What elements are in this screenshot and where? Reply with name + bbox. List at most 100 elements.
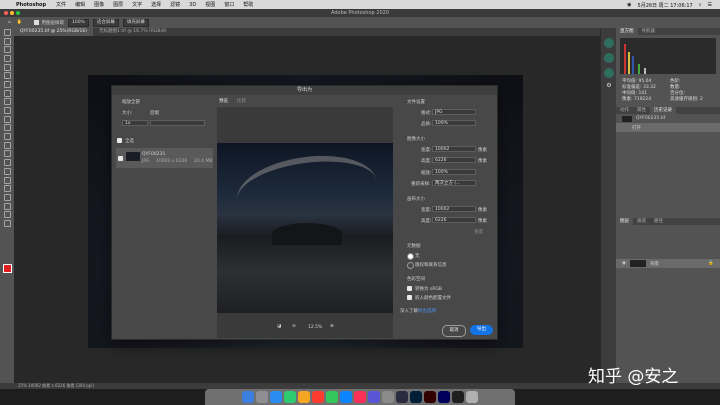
trash-icon[interactable] xyxy=(466,391,478,403)
export-button[interactable]: 导出 xyxy=(470,325,493,335)
hand-tool-icon[interactable]: ✋ xyxy=(17,20,23,25)
move-tool-icon[interactable] xyxy=(0,28,14,37)
tab-properties[interactable]: 属性 xyxy=(633,107,650,114)
zoom-100-button[interactable]: 100% xyxy=(67,18,89,27)
menu-layer[interactable]: 图层 xyxy=(113,1,123,8)
menu-image[interactable]: 图像 xyxy=(94,1,104,8)
marquee-tool-icon[interactable] xyxy=(0,45,14,54)
eye-icon[interactable]: ◉ xyxy=(622,261,626,266)
zoom-out-icon[interactable]: ⊖ xyxy=(292,324,296,329)
foreground-color-swatch[interactable] xyxy=(3,264,12,273)
quick-select-tool-icon[interactable] xyxy=(0,63,14,72)
launchpad-icon[interactable] xyxy=(256,391,268,403)
search-icon[interactable]: ⌕ xyxy=(699,2,702,9)
styles-icon[interactable] xyxy=(604,53,614,63)
menu-app-name[interactable]: Photoshop xyxy=(16,2,46,8)
tab-channels[interactable]: 通道 xyxy=(633,218,650,225)
tab-actions[interactable]: 动作 xyxy=(616,107,633,114)
healing-brush-icon[interactable] xyxy=(0,98,14,107)
dodge-tool-icon[interactable] xyxy=(0,158,14,167)
history-open-step[interactable]: 打开 xyxy=(616,123,720,132)
size-select[interactable]: 1x xyxy=(122,120,148,126)
cancel-button[interactable]: 取消 xyxy=(442,325,466,337)
wifi-icon[interactable]: ◉ xyxy=(627,2,631,9)
fit-view-icon[interactable]: ◪ xyxy=(277,324,281,329)
lasso-tool-icon[interactable] xyxy=(0,54,14,63)
tab-preview[interactable]: 预览 xyxy=(219,98,228,104)
fill-screen-button[interactable]: 填充屏幕 xyxy=(122,18,149,27)
photos-icon[interactable] xyxy=(298,391,310,403)
safari-icon[interactable] xyxy=(270,391,282,403)
zoom-tool-icon[interactable] xyxy=(0,210,14,219)
embed-profile-checkbox[interactable] xyxy=(407,295,412,300)
illustrator-icon[interactable] xyxy=(424,391,436,403)
swatches-icon[interactable] xyxy=(604,68,614,78)
settings-icon[interactable] xyxy=(382,391,394,403)
artboard-tool-icon[interactable] xyxy=(0,37,14,46)
clock[interactable]: 5月26日 周二 17:06:17 xyxy=(638,2,693,9)
height-input[interactable]: 6226 xyxy=(432,157,476,163)
asset-checkbox[interactable] xyxy=(118,156,123,161)
stamp-tool-icon[interactable] xyxy=(0,115,14,124)
zoom-window-button[interactable] xyxy=(16,11,20,15)
metadata-none-radio[interactable] xyxy=(407,253,414,260)
layer-row-background[interactable]: ◉ 背景 🔒 xyxy=(616,259,720,268)
menu-edit[interactable]: 编辑 xyxy=(75,1,85,8)
menu-view[interactable]: 视图 xyxy=(205,1,215,8)
tab-compare[interactable]: 比较 xyxy=(237,98,246,104)
sample-layers-checkbox[interactable] xyxy=(34,20,40,25)
canvas-height-input[interactable]: 6226 xyxy=(432,217,476,223)
edit-toolbar-icon[interactable] xyxy=(0,219,14,228)
menu-window[interactable]: 窗口 xyxy=(224,1,234,8)
history-brush-icon[interactable] xyxy=(0,124,14,133)
minimize-window-button[interactable] xyxy=(10,11,14,15)
tab-layers[interactable]: 图层 xyxy=(616,218,633,225)
path-select-icon[interactable] xyxy=(0,184,14,193)
calendar-icon[interactable] xyxy=(312,391,324,403)
export-options-link[interactable]: 导出选项 xyxy=(418,308,436,314)
premiere-icon[interactable] xyxy=(438,391,450,403)
finder-icon[interactable] xyxy=(242,391,254,403)
format-select[interactable]: JPG xyxy=(432,109,476,115)
hand-tool-icon[interactable] xyxy=(0,202,14,211)
wechat-icon[interactable] xyxy=(326,391,338,403)
lock-icon[interactable]: 🔒 xyxy=(708,261,714,266)
properties-icon[interactable]: ⚙ xyxy=(601,82,617,89)
appstore-icon[interactable] xyxy=(340,391,352,403)
close-window-button[interactable] xyxy=(4,11,8,15)
photoshop-icon[interactable] xyxy=(410,391,422,403)
pen-tool-icon[interactable] xyxy=(0,167,14,176)
frame-tool-icon[interactable] xyxy=(0,80,14,89)
tab-history[interactable]: 历史记录 xyxy=(650,107,676,114)
fit-screen-button[interactable]: 适合屏幕 xyxy=(92,18,119,27)
convert-srgb-checkbox[interactable] xyxy=(407,286,412,291)
preview-image[interactable] xyxy=(217,143,393,313)
scale-select[interactable]: 100% xyxy=(432,169,476,175)
resample-select[interactable]: 两次立方 (... xyxy=(432,180,476,186)
tab-histogram[interactable]: 直方图 xyxy=(616,28,638,35)
canvas-width-input[interactable]: 10002 xyxy=(432,206,476,212)
asset-row[interactable]: QYF00235 JPG 10002 x 6226 20.4 MB xyxy=(116,148,213,168)
doc-tab-active[interactable]: QYF00235.tif @ 25%(RGB/16) xyxy=(14,28,94,36)
menu-select[interactable]: 选择 xyxy=(151,1,161,8)
terminal-icon[interactable] xyxy=(452,391,464,403)
lightroom-icon[interactable] xyxy=(396,391,408,403)
tab-paths[interactable]: 路径 xyxy=(650,218,667,225)
rectangle-tool-icon[interactable] xyxy=(0,193,14,202)
width-input[interactable]: 10002 xyxy=(432,146,476,152)
messages-icon[interactable] xyxy=(284,391,296,403)
eyedropper-tool-icon[interactable] xyxy=(0,89,14,98)
select-all-checkbox[interactable] xyxy=(117,138,122,143)
quality-select[interactable]: 100% xyxy=(432,120,476,126)
menu-file[interactable]: 文件 xyxy=(56,1,66,8)
tab-navigator[interactable]: 导航器 xyxy=(638,28,660,35)
podcasts-icon[interactable] xyxy=(368,391,380,403)
menu-help[interactable]: 帮助 xyxy=(243,1,253,8)
metadata-copyright-radio[interactable] xyxy=(407,262,414,269)
suffix-input[interactable] xyxy=(150,120,205,126)
menu-filter[interactable]: 滤镜 xyxy=(170,1,180,8)
menu-list-icon[interactable]: ☰ xyxy=(708,2,712,9)
crop-tool-icon[interactable] xyxy=(0,71,14,80)
gradient-tool-icon[interactable] xyxy=(0,141,14,150)
music-icon[interactable] xyxy=(354,391,366,403)
